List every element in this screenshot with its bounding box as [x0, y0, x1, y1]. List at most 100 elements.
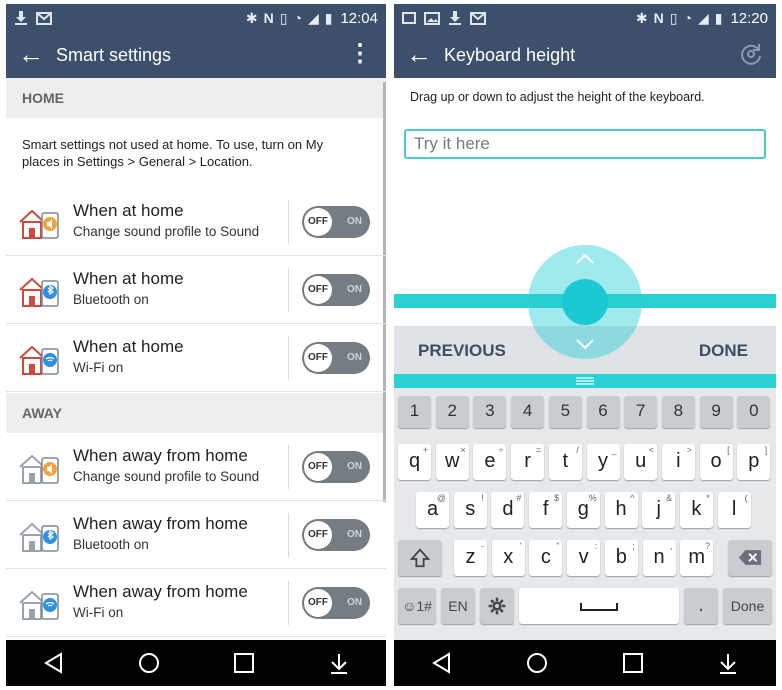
key-label: s	[465, 498, 476, 520]
key-c[interactable]: " c	[529, 540, 563, 576]
key-f[interactable]: $ f	[529, 492, 563, 528]
reset-icon[interactable]	[738, 41, 764, 67]
key-label: k	[691, 498, 702, 520]
nav-bar	[6, 640, 386, 686]
done-button[interactable]: DONE	[699, 341, 748, 361]
key-9[interactable]: 9	[699, 396, 733, 428]
key-label: t	[562, 450, 569, 472]
previous-button[interactable]: PREVIOUS	[418, 341, 506, 361]
key-l[interactable]: (l	[717, 492, 751, 528]
keyboard-resize-bar[interactable]	[394, 374, 776, 388]
key-w[interactable]: × w	[435, 444, 469, 480]
row-toggle-switch[interactable]: OFF ON	[302, 587, 370, 619]
key-k[interactable]: * k	[679, 492, 713, 528]
key-r[interactable]: = r	[511, 444, 545, 480]
key-x[interactable]: ' x	[491, 540, 525, 576]
space-icon	[580, 603, 618, 611]
key-7[interactable]: 7	[624, 396, 658, 428]
drag-handle-dot[interactable]	[562, 279, 608, 325]
period-key[interactable]: .	[684, 588, 718, 624]
nav-home-icon[interactable]	[525, 651, 549, 675]
key-d[interactable]: # d	[491, 492, 525, 528]
back-arrow-icon[interactable]: ←	[18, 40, 44, 68]
vibrate-icon: ▯	[669, 9, 678, 26]
backspace-key[interactable]	[728, 540, 772, 576]
key-h[interactable]: ^ h	[604, 492, 638, 528]
nav-recents-icon[interactable]	[621, 651, 645, 675]
vibrate-icon: ▯	[279, 9, 288, 26]
key-label: m	[688, 546, 706, 568]
nav-back-icon[interactable]	[42, 651, 66, 675]
key-label: 9	[711, 401, 721, 420]
nav-recents-icon[interactable]	[232, 651, 256, 675]
bluetooth-status-icon: ✱	[245, 9, 258, 26]
key-6[interactable]: 6	[586, 396, 620, 428]
key-g[interactable]: % g	[566, 492, 600, 528]
row-toggle-switch[interactable]: OFF ON	[302, 451, 370, 483]
smart-setting-row[interactable]: When at home Bluetooth on OFF ON	[6, 256, 386, 324]
key-e[interactable]: ÷ e	[473, 444, 507, 480]
key-p[interactable]: ] p	[737, 444, 771, 480]
smart-setting-row[interactable]: When at home Wi-Fi on OFF ON	[6, 324, 386, 392]
key-label: n	[653, 546, 665, 568]
row-toggle-switch[interactable]: OFF ON	[302, 274, 370, 306]
key-a[interactable]: @ a	[416, 492, 449, 528]
smart-setting-row[interactable]: When away from home Change sound profile …	[6, 433, 386, 501]
away-bluetooth-icon	[18, 519, 60, 553]
nav-back-icon[interactable]	[430, 651, 454, 675]
nav-home-icon[interactable]	[137, 651, 161, 675]
nav-notifications-icon[interactable]	[327, 651, 351, 675]
key-0[interactable]: 0	[737, 396, 771, 428]
smart-setting-row[interactable]: When away from home Bluetooth on OFF ON	[6, 501, 386, 569]
symbols-key[interactable]: ☺1#	[398, 588, 436, 624]
shift-key[interactable]	[398, 540, 442, 576]
key-z[interactable]: -z	[454, 540, 487, 576]
gmail-icon	[470, 11, 486, 25]
row-title: When away from home	[73, 582, 248, 601]
smart-setting-row[interactable]: When away from home Wi-Fi on OFF ON	[6, 569, 386, 637]
key-i[interactable]: > i	[661, 444, 695, 480]
key-b[interactable]: ; b	[604, 540, 638, 576]
key-o[interactable]: [o	[699, 444, 733, 480]
space-key[interactable]	[519, 588, 679, 624]
language-key[interactable]: EN	[441, 588, 475, 624]
key-v[interactable]: :v	[567, 540, 601, 576]
key-m[interactable]: ? m	[680, 540, 714, 576]
row-subtitle: Bluetooth on	[73, 292, 149, 307]
smart-setting-row[interactable]: When at home Change sound profile to Soun…	[6, 188, 386, 256]
row-toggle-switch[interactable]: OFF ON	[302, 342, 370, 374]
battery-icon: ▮	[324, 9, 333, 26]
key-label: p	[748, 450, 760, 472]
key-5[interactable]: 5	[548, 396, 582, 428]
key-y[interactable]: _ y	[586, 444, 620, 480]
nfc-icon: N	[263, 10, 274, 26]
done-key[interactable]: Done	[723, 588, 772, 624]
key-s[interactable]: ! s	[453, 492, 487, 528]
key-u[interactable]: < u	[624, 444, 658, 480]
try-it-input[interactable]	[404, 129, 766, 159]
key-j[interactable]: & j	[642, 492, 676, 528]
key-8[interactable]: 8	[661, 396, 695, 428]
more-options-icon[interactable]: ⋮	[348, 40, 372, 68]
key-2[interactable]: 2	[435, 396, 469, 428]
key-n[interactable]: ,n	[642, 540, 676, 576]
key-1[interactable]: 1	[398, 396, 431, 428]
key-t[interactable]: / t	[548, 444, 582, 480]
nav-notifications-icon[interactable]	[716, 651, 740, 675]
row-toggle-switch[interactable]: OFF ON	[302, 206, 370, 238]
key-q[interactable]: + q	[398, 444, 431, 480]
key-label: f	[542, 498, 549, 520]
key-label: Done	[730, 598, 765, 614]
back-arrow-icon[interactable]: ←	[406, 40, 432, 68]
settings-key[interactable]	[480, 588, 514, 624]
key-3[interactable]: 3	[473, 396, 507, 428]
row-title: When at home	[73, 337, 184, 356]
key-4[interactable]: 4	[511, 396, 545, 428]
toggle-off-label: OFF	[304, 589, 332, 617]
row-toggle-switch[interactable]: OFF ON	[302, 519, 370, 551]
page-title: Smart settings	[56, 45, 172, 65]
toggle-off-label: OFF	[304, 521, 332, 549]
row-divider	[288, 513, 289, 557]
status-bar: ✱ N ▯ ◔ ◢ ▮ 12:20	[394, 4, 776, 32]
home-note: Smart settings not used at home. To use,…	[22, 137, 324, 169]
